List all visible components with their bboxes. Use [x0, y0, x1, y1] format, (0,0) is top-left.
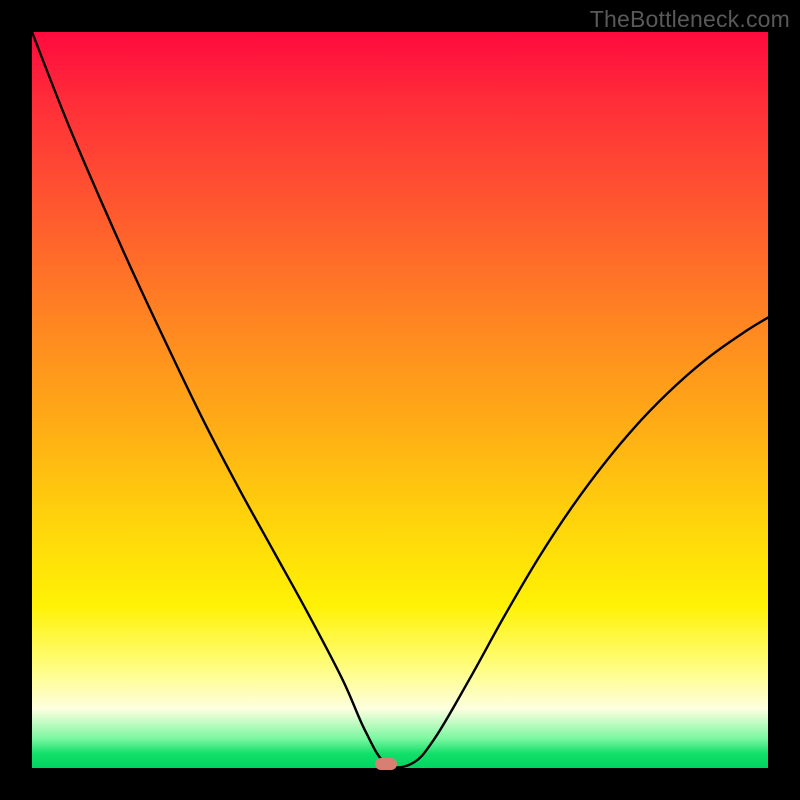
curve-path [32, 32, 768, 767]
watermark-text: TheBottleneck.com [590, 6, 790, 33]
optimal-marker [375, 758, 397, 770]
plot-area [32, 32, 768, 768]
chart-frame: TheBottleneck.com [0, 0, 800, 800]
bottleneck-curve [32, 32, 768, 768]
